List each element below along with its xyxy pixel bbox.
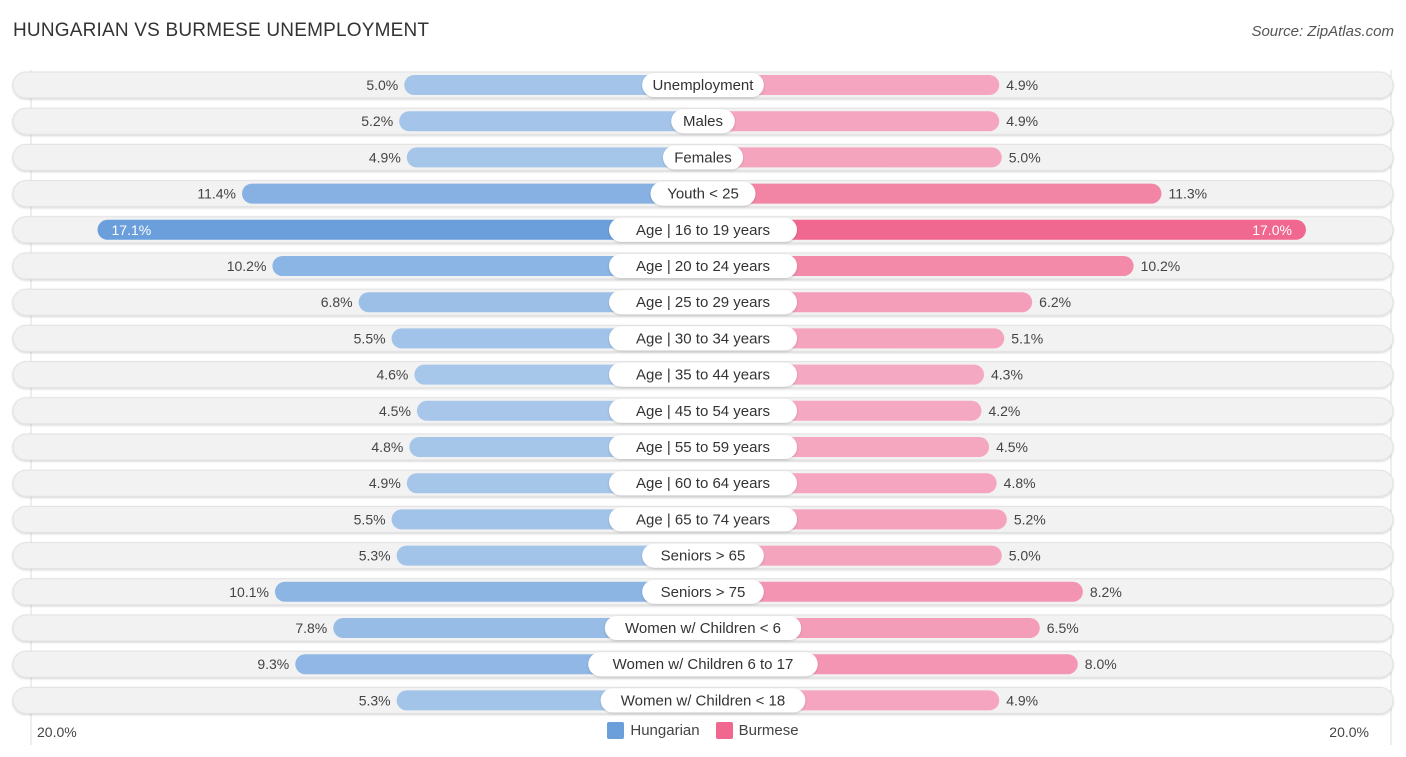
value-label-burmese: 8.0%	[1085, 656, 1117, 672]
category-label: Age | 30 to 34 years	[636, 330, 770, 347]
value-label-burmese: 4.3%	[991, 367, 1023, 383]
value-label-hungarian: 4.8%	[371, 439, 403, 455]
value-label-hungarian: 7.8%	[295, 620, 327, 636]
value-label-hungarian: 5.0%	[366, 77, 398, 93]
value-label-hungarian: 11.4%	[197, 186, 236, 202]
value-label-burmese: 5.1%	[1011, 330, 1043, 346]
bar-hungarian	[406, 147, 703, 168]
category-label: Women w/ Children < 18	[621, 692, 785, 709]
category-label: Age | 60 to 64 years	[636, 475, 770, 492]
legend: Hungarian Burmese	[0, 722, 1406, 739]
category-label: Age | 25 to 29 years	[636, 294, 770, 311]
value-label-burmese: 11.3%	[1168, 186, 1207, 202]
category-label: Age | 16 to 19 years	[636, 222, 770, 239]
value-label-hungarian: 4.6%	[376, 367, 408, 383]
category-label: Unemployment	[653, 77, 755, 94]
table-row: 9.3% 8.0% Women w/ Children 6 to 17	[12, 650, 1394, 678]
value-label-burmese: 4.8%	[1004, 475, 1036, 491]
table-row: 4.8% 4.5% Age | 55 to 59 years	[12, 433, 1394, 461]
table-row: 4.6% 4.3% Age | 35 to 44 years	[12, 361, 1394, 389]
legend-item-hungarian[interactable]: Hungarian	[607, 722, 700, 739]
category-label: Seniors > 65	[661, 548, 746, 565]
category-label: Age | 20 to 24 years	[636, 258, 770, 275]
category-label: Age | 55 to 59 years	[636, 439, 770, 456]
table-row: 4.9% 4.8% Age | 60 to 64 years	[12, 469, 1394, 497]
value-label-burmese: 10.2%	[1141, 258, 1181, 274]
legend-label-burmese: Burmese	[738, 722, 799, 739]
value-label-burmese: 6.5%	[1047, 620, 1079, 636]
value-label-burmese: 4.5%	[996, 439, 1028, 455]
category-label: Age | 35 to 44 years	[636, 367, 770, 384]
legend-label-hungarian: Hungarian	[630, 722, 700, 739]
table-row: 5.2% 4.9% Males	[12, 107, 1394, 135]
value-label-burmese: 5.2%	[1014, 511, 1046, 527]
value-label-burmese: 6.2%	[1039, 294, 1071, 310]
table-row: 4.9% 5.0% Females	[12, 143, 1394, 171]
value-label-burmese: 8.2%	[1090, 584, 1122, 600]
table-row: 5.3% 5.0% Seniors > 65	[12, 542, 1394, 570]
value-label-hungarian: 5.5%	[354, 511, 386, 527]
legend-swatch-burmese	[715, 722, 733, 739]
bar-burmese	[703, 183, 1162, 204]
value-label-burmese: 5.0%	[1009, 548, 1041, 564]
table-row: 5.0% 4.9% Unemployment	[12, 71, 1394, 99]
bar-burmese	[703, 147, 1002, 168]
category-label: Women w/ Children < 6	[625, 620, 781, 637]
category-label: Youth < 25	[667, 186, 739, 203]
bar-hungarian	[399, 111, 703, 132]
value-label-hungarian: 5.3%	[359, 548, 391, 564]
value-label-burmese: 4.9%	[1006, 113, 1038, 129]
table-row: 7.8% 6.5% Women w/ Children < 6	[12, 614, 1394, 642]
value-label-hungarian: 6.8%	[321, 294, 353, 310]
value-label-hungarian: 5.5%	[354, 330, 386, 346]
value-label-hungarian: 5.3%	[359, 692, 391, 708]
value-label-hungarian: 4.9%	[369, 475, 401, 491]
category-label: Males	[683, 113, 723, 130]
category-label: Women w/ Children 6 to 17	[613, 656, 794, 673]
bar-burmese	[703, 111, 1000, 132]
table-row: 10.2% 10.2% Age | 20 to 24 years	[12, 252, 1394, 280]
value-label-burmese: 17.0%	[1252, 222, 1292, 238]
table-row: 5.3% 4.9% Women w/ Children < 18	[12, 686, 1394, 714]
value-label-hungarian: 4.5%	[379, 403, 411, 419]
category-label: Females	[674, 149, 732, 166]
legend-item-burmese[interactable]: Burmese	[715, 722, 799, 739]
value-label-hungarian: 9.3%	[257, 656, 289, 672]
legend-swatch-hungarian	[607, 722, 625, 739]
value-label-hungarian: 17.1%	[112, 222, 152, 238]
value-label-burmese: 4.2%	[988, 403, 1020, 419]
table-row: 4.5% 4.2% Age | 45 to 54 years	[12, 397, 1394, 425]
table-row: 5.5% 5.1% Age | 30 to 34 years	[12, 324, 1394, 352]
table-row: 10.1% 8.2% Seniors > 75	[12, 578, 1394, 606]
category-label: Age | 45 to 54 years	[636, 403, 770, 420]
value-label-burmese: 4.9%	[1006, 77, 1038, 93]
table-row: 6.8% 6.2% Age | 25 to 29 years	[12, 288, 1394, 316]
category-label: Seniors > 75	[661, 584, 746, 601]
chart-area: 5.0% 4.9%Unemployment5.2% 4.9%Males4.9% 5.0…	[12, 70, 1394, 745]
bar-hungarian	[242, 183, 703, 204]
category-label: Age | 65 to 74 years	[636, 511, 770, 528]
table-row: 17.1% 17.0% Age | 16 to 19 years	[12, 216, 1394, 244]
value-label-hungarian: 10.2%	[227, 258, 267, 274]
value-label-hungarian: 4.9%	[369, 149, 401, 165]
value-label-hungarian: 5.2%	[361, 113, 393, 129]
value-label-hungarian: 10.1%	[229, 584, 269, 600]
table-row: 5.5% 5.2% Age | 65 to 74 years	[12, 505, 1394, 533]
value-label-burmese: 4.9%	[1006, 692, 1038, 708]
value-label-burmese: 5.0%	[1009, 149, 1041, 165]
table-row: 11.4% 11.3% Youth < 25	[12, 180, 1394, 208]
bar-hungarian	[274, 581, 703, 602]
